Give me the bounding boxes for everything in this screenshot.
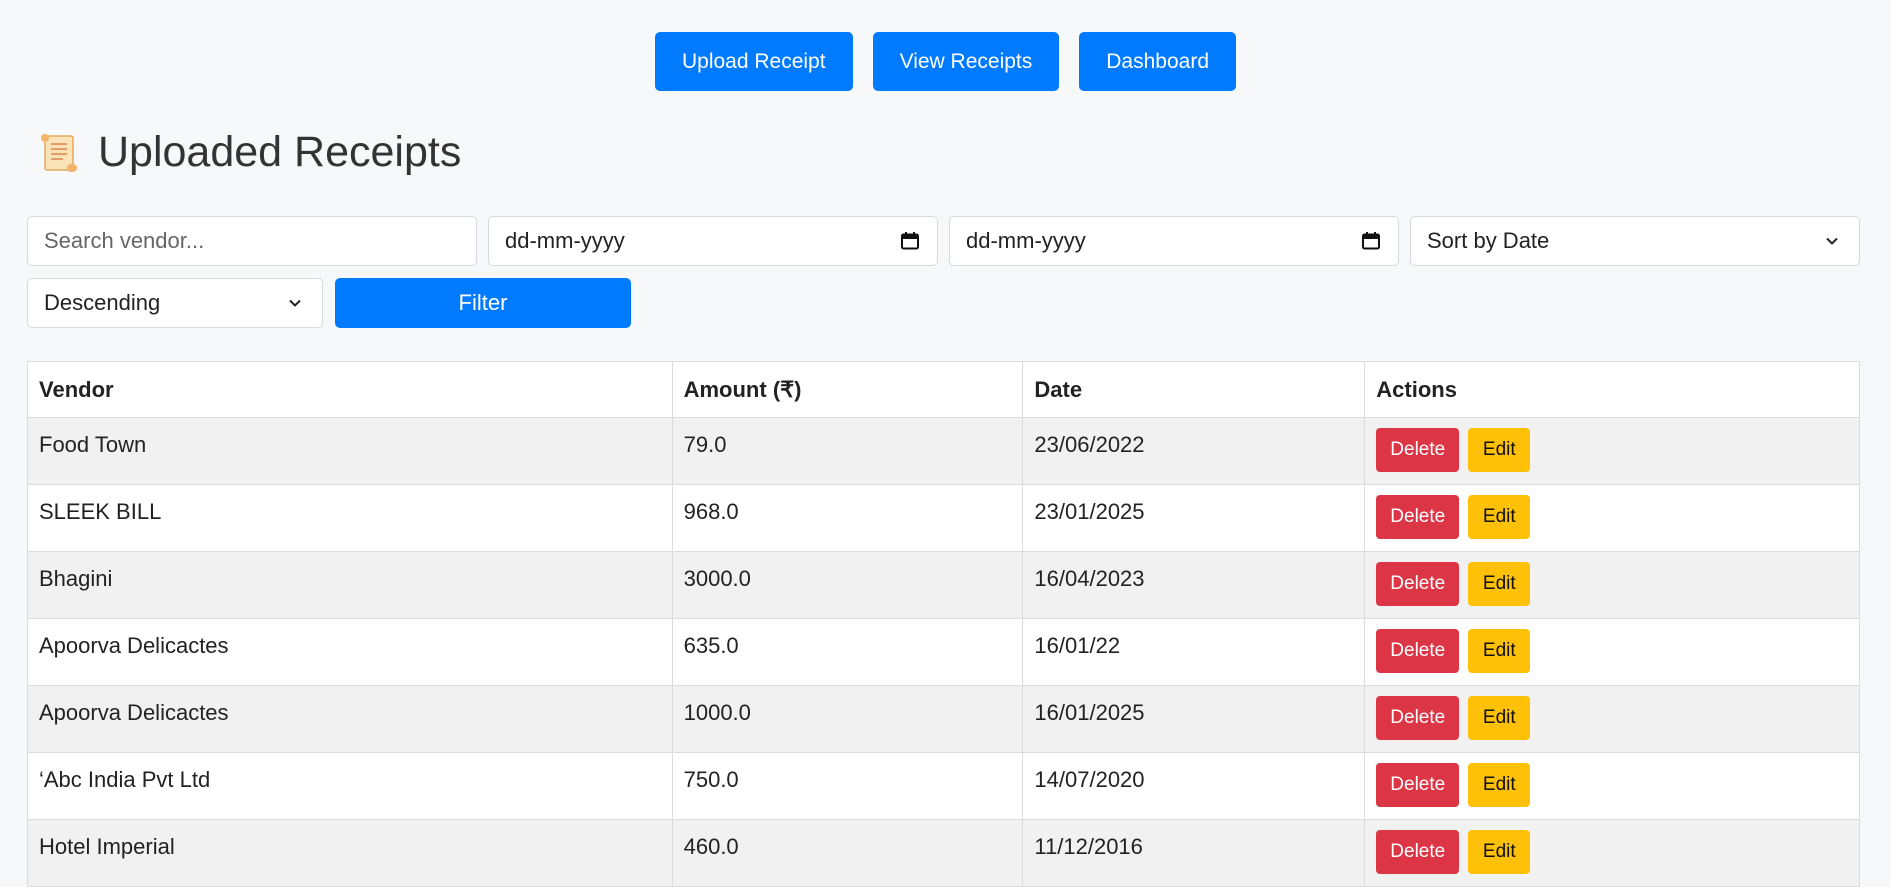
amount-cell: 79.0: [671, 417, 1024, 485]
top-nav: Upload Receipt View Receipts Dashboard: [0, 32, 1891, 91]
edit-button[interactable]: Edit: [1468, 696, 1531, 740]
actions-cell: Delete Edit: [1364, 551, 1860, 619]
chevron-down-icon: [284, 292, 306, 314]
delete-button[interactable]: Delete: [1376, 696, 1460, 740]
edit-button[interactable]: Edit: [1468, 428, 1531, 472]
table-row: SLEEK BILL 968.0 23/01/2025 Delete Edit: [27, 484, 1860, 552]
vendor-cell: ‘Abc India Pvt Ltd: [27, 752, 673, 820]
amount-cell: 635.0: [671, 618, 1024, 686]
filter-button[interactable]: Filter: [335, 278, 631, 328]
edit-button[interactable]: Edit: [1468, 830, 1531, 874]
page-title: Uploaded Receipts: [98, 128, 462, 176]
start-date-field[interactable]: dd-mm-yyyy: [488, 216, 938, 266]
actions-cell: Delete Edit: [1364, 752, 1860, 820]
amount-cell: 460.0: [671, 819, 1024, 887]
date-cell: 23/01/2025: [1022, 484, 1366, 552]
date-cell: 11/12/2016: [1022, 819, 1366, 887]
delete-button[interactable]: Delete: [1376, 830, 1460, 874]
sort-order-select[interactable]: Descending: [27, 278, 323, 328]
chevron-down-icon: [1821, 230, 1843, 252]
vendor-cell: Hotel Imperial: [27, 819, 673, 887]
sort-order-value: Descending: [44, 290, 161, 315]
sort-by-select[interactable]: Sort by Date: [1410, 216, 1860, 266]
table-row: Bhagini 3000.0 16/04/2023 Delete Edit: [27, 551, 1860, 619]
search-input[interactable]: [44, 228, 460, 254]
calendar-icon[interactable]: [899, 230, 921, 252]
actions-cell: Delete Edit: [1364, 618, 1860, 686]
vendor-cell: SLEEK BILL: [27, 484, 673, 552]
edit-button[interactable]: Edit: [1468, 763, 1531, 807]
amount-cell: 750.0: [671, 752, 1024, 820]
table-header-row: Vendor Amount (₹) Date Actions: [27, 361, 1860, 418]
scroll-icon: [41, 133, 77, 172]
vendor-cell: Bhagini: [27, 551, 673, 619]
column-header-date: Date: [1022, 361, 1366, 418]
amount-cell: 1000.0: [671, 685, 1024, 753]
table-row: ‘Abc India Pvt Ltd 750.0 14/07/2020 Dele…: [27, 752, 1860, 820]
delete-button[interactable]: Delete: [1376, 495, 1460, 539]
date-cell: 23/06/2022: [1022, 417, 1366, 485]
table-row: Apoorva Delicactes 635.0 16/01/22 Delete…: [27, 618, 1860, 686]
date-cell: 14/07/2020: [1022, 752, 1366, 820]
column-header-amount: Amount (₹): [671, 361, 1024, 418]
actions-cell: Delete Edit: [1364, 484, 1860, 552]
delete-button[interactable]: Delete: [1376, 629, 1460, 673]
vendor-cell: Food Town: [27, 417, 673, 485]
search-vendor-field[interactable]: [27, 216, 477, 266]
date-cell: 16/01/22: [1022, 618, 1366, 686]
delete-button[interactable]: Delete: [1376, 562, 1460, 606]
actions-cell: Delete Edit: [1364, 685, 1860, 753]
edit-button[interactable]: Edit: [1468, 495, 1531, 539]
start-date-value: dd-mm-yyyy: [505, 228, 625, 253]
delete-button[interactable]: Delete: [1376, 428, 1460, 472]
receipts-table: Vendor Amount (₹) Date Actions Food Town…: [27, 361, 1860, 887]
amount-cell: 968.0: [671, 484, 1024, 552]
calendar-icon[interactable]: [1360, 230, 1382, 252]
dashboard-button[interactable]: Dashboard: [1079, 32, 1236, 91]
vendor-cell: Apoorva Delicactes: [27, 618, 673, 686]
sort-by-value: Sort by Date: [1427, 228, 1550, 253]
end-date-field[interactable]: dd-mm-yyyy: [949, 216, 1399, 266]
table-row: Apoorva Delicactes 1000.0 16/01/2025 Del…: [27, 685, 1860, 753]
vendor-cell: Apoorva Delicactes: [27, 685, 673, 753]
edit-button[interactable]: Edit: [1468, 629, 1531, 673]
end-date-value: dd-mm-yyyy: [966, 228, 1086, 253]
date-cell: 16/01/2025: [1022, 685, 1366, 753]
page-header: Uploaded Receipts: [36, 128, 461, 177]
table-row: Hotel Imperial 460.0 11/12/2016 Delete Ed…: [27, 819, 1860, 887]
column-header-actions: Actions: [1364, 361, 1860, 418]
actions-cell: Delete Edit: [1364, 417, 1860, 485]
date-cell: 16/04/2023: [1022, 551, 1366, 619]
table-row: Food Town 79.0 23/06/2022 Delete Edit: [27, 417, 1860, 485]
upload-receipt-button[interactable]: Upload Receipt: [654, 32, 853, 91]
view-receipts-button[interactable]: View Receipts: [872, 32, 1060, 91]
actions-cell: Delete Edit: [1364, 819, 1860, 887]
edit-button[interactable]: Edit: [1468, 562, 1531, 606]
column-header-vendor: Vendor: [27, 361, 673, 418]
amount-cell: 3000.0: [671, 551, 1024, 619]
delete-button[interactable]: Delete: [1376, 763, 1460, 807]
